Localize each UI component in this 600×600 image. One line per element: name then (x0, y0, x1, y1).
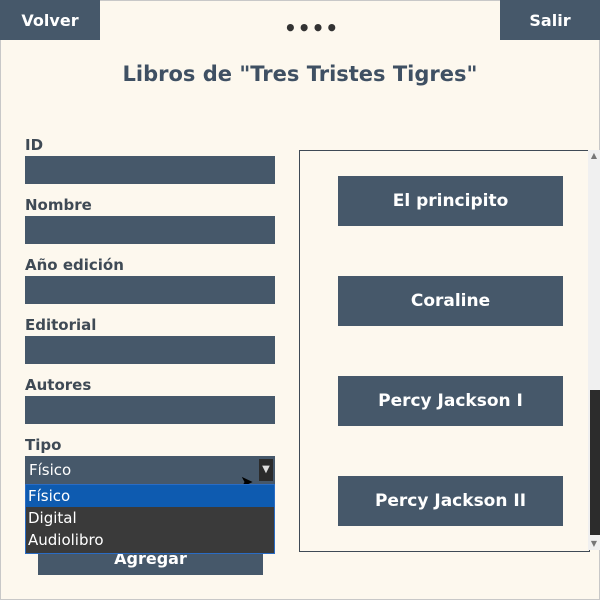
nombre-field[interactable] (25, 216, 275, 244)
editorial-label: Editorial (25, 316, 97, 334)
scrollbar-thumb[interactable] (590, 390, 600, 535)
autores-label: Autores (25, 376, 92, 394)
agregar-button[interactable]: Agregar (38, 554, 263, 575)
book-button[interactable]: Percy Jackson II (338, 476, 563, 526)
tipo-option-digital[interactable]: Digital (26, 507, 274, 529)
tipo-dropdown-list[interactable]: Físico Digital Audiolibro (25, 484, 275, 554)
tipo-option-audiolibro[interactable]: Audiolibro (26, 529, 274, 551)
autores-field[interactable] (25, 396, 275, 424)
books-list-panel: El principito Coraline Percy Jackson I P… (299, 150, 590, 552)
scroll-down-icon[interactable]: ▼ (588, 538, 600, 550)
exit-button[interactable]: Salir (500, 0, 600, 40)
id-label: ID (25, 136, 44, 154)
book-button[interactable]: El principito (338, 176, 563, 226)
book-button[interactable]: Coraline (338, 276, 563, 326)
menu-dots-icon[interactable]: •••• (284, 18, 339, 38)
tipo-selected-value: Físico (29, 461, 72, 479)
tipo-label: Tipo (25, 436, 62, 454)
tipo-select[interactable]: Físico ▼ (25, 456, 275, 484)
back-button[interactable]: Volver (0, 0, 100, 40)
books-scrollbar[interactable]: ▲ ▼ (588, 150, 600, 550)
id-field[interactable] (25, 156, 275, 184)
page-title: Libros de "Tres Tristes Tigres" (122, 62, 478, 86)
scroll-up-icon[interactable]: ▲ (588, 150, 600, 162)
chevron-down-icon[interactable]: ▼ (259, 459, 273, 481)
anio-edicion-label: Año edición (25, 256, 124, 274)
editorial-field[interactable] (25, 336, 275, 364)
tipo-option-fisico[interactable]: Físico (26, 485, 274, 507)
nombre-label: Nombre (25, 196, 92, 214)
book-button[interactable]: Percy Jackson I (338, 376, 563, 426)
anio-edicion-field[interactable] (25, 276, 275, 304)
